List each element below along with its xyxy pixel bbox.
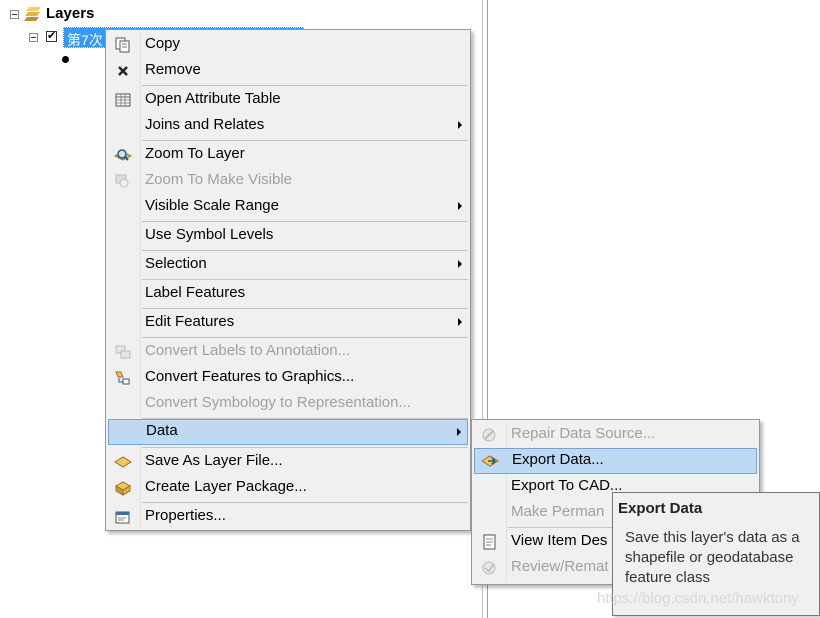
menu-item-edit-features[interactable]: Edit Features xyxy=(108,310,468,336)
menu-item-label: Make Perman xyxy=(511,503,605,520)
copy-icon xyxy=(115,37,130,53)
menu-item-convert-labels-to-annotation[interactable]: Convert Labels to Annotation... xyxy=(108,339,468,365)
menu-item-label: Review/Remat xyxy=(511,558,609,575)
menu-item-selection[interactable]: Selection xyxy=(108,252,468,278)
menu-item-label: Label Features xyxy=(145,284,246,301)
menu-item-label: Save As Layer File... xyxy=(145,452,283,469)
submenu-arrow-icon xyxy=(458,318,462,326)
menu-item-label: Convert Features to Graphics... xyxy=(145,368,355,385)
menu-item-label: Convert Labels to Annotation... xyxy=(145,342,351,359)
menu-item-label: Joins and Relates xyxy=(145,116,265,133)
menu-item-label: Properties... xyxy=(145,507,226,524)
convert-features-icon xyxy=(115,371,130,385)
menu-item-visible-scale-range[interactable]: Visible Scale Range xyxy=(108,194,468,220)
menu-item-save-as-layer-file[interactable]: Save As Layer File... xyxy=(108,449,468,475)
menu-item-copy[interactable]: Copy xyxy=(108,32,468,58)
layer-visibility-checkbox[interactable]: ✔ xyxy=(46,31,57,42)
menu-item-label: Selection xyxy=(145,255,207,272)
data-frame-label[interactable]: Layers xyxy=(46,5,94,22)
menu-separator xyxy=(142,250,468,251)
menu-item-label: Zoom To Layer xyxy=(145,145,245,162)
menu-item-label-features[interactable]: Label Features xyxy=(108,281,468,307)
menu-item-label: Copy xyxy=(145,35,181,52)
convert-labels-icon xyxy=(115,345,131,359)
collapse-layers-icon[interactable] xyxy=(10,10,19,19)
remove-x-icon xyxy=(118,66,128,76)
menu-separator xyxy=(142,447,468,448)
menu-separator xyxy=(142,221,468,222)
layer-package-icon xyxy=(114,481,132,496)
layer-context-menu: Copy Remove Open Attribute Table Joins a… xyxy=(105,29,471,531)
item-description-icon xyxy=(483,534,496,550)
menu-item-label: Open Attribute Table xyxy=(145,90,281,107)
menu-separator xyxy=(142,85,468,86)
zoom-to-layer-icon xyxy=(114,149,132,161)
menu-separator xyxy=(142,279,468,280)
menu-item-export-data[interactable]: Export Data... xyxy=(474,448,757,474)
collapse-layer-icon[interactable] xyxy=(29,33,38,42)
menu-item-zoom-to-make-visible[interactable]: Zoom To Make Visible xyxy=(108,168,468,194)
properties-icon xyxy=(115,511,130,524)
submenu-arrow-icon xyxy=(458,121,462,129)
menu-separator xyxy=(142,337,468,338)
submenu-arrow-icon xyxy=(457,428,461,436)
menu-separator xyxy=(142,308,468,309)
layers-stack-icon xyxy=(24,7,41,21)
point-symbol-icon xyxy=(62,56,69,63)
menu-item-label: Remove xyxy=(145,61,201,78)
menu-item-label: Visible Scale Range xyxy=(145,197,279,214)
menu-item-convert-features-to-graphics[interactable]: Convert Features to Graphics... xyxy=(108,365,468,391)
menu-item-remove[interactable]: Remove xyxy=(108,58,468,84)
menu-item-label: Repair Data Source... xyxy=(511,425,656,442)
tooltip-body: Save this layer's data as a shapefile or… xyxy=(625,529,800,586)
repair-data-source-icon xyxy=(482,428,496,442)
menu-item-label: Data xyxy=(146,422,178,439)
menu-item-zoom-to-layer[interactable]: Zoom To Layer xyxy=(108,142,468,168)
menu-item-label: Convert Symbology to Representation... xyxy=(145,394,411,411)
menu-item-create-layer-package[interactable]: Create Layer Package... xyxy=(108,475,468,501)
menu-item-label: Export To CAD... xyxy=(511,477,623,494)
export-data-icon xyxy=(481,455,499,467)
menu-item-convert-symbology-to-representation[interactable]: Convert Symbology to Representation... xyxy=(108,391,468,417)
table-icon xyxy=(115,93,131,107)
menu-item-open-attribute-table[interactable]: Open Attribute Table xyxy=(108,87,468,113)
menu-item-use-symbol-levels[interactable]: Use Symbol Levels xyxy=(108,223,468,249)
review-rematch-icon xyxy=(482,561,496,575)
menu-item-repair-data-source[interactable]: Repair Data Source... xyxy=(474,422,757,448)
menu-item-label: View Item Des xyxy=(511,532,608,549)
menu-item-label: Edit Features xyxy=(145,313,235,330)
menu-item-label: Create Layer Package... xyxy=(145,478,307,495)
menu-item-label: Zoom To Make Visible xyxy=(145,171,293,188)
menu-item-properties[interactable]: Properties... xyxy=(108,504,468,530)
layer-file-icon xyxy=(114,456,132,468)
submenu-arrow-icon xyxy=(458,260,462,268)
watermark-text: https://blog.csdn.net/hawktony xyxy=(597,590,799,607)
menu-item-label: Use Symbol Levels xyxy=(145,226,274,243)
menu-item-joins-and-relates[interactable]: Joins and Relates xyxy=(108,113,468,139)
submenu-arrow-icon xyxy=(458,202,462,210)
menu-separator xyxy=(142,502,468,503)
menu-item-data[interactable]: Data xyxy=(108,419,468,445)
tooltip-title: Export Data xyxy=(618,500,703,517)
zoom-visible-icon xyxy=(115,174,129,188)
menu-item-label: Export Data... xyxy=(512,451,604,468)
menu-separator xyxy=(142,140,468,141)
